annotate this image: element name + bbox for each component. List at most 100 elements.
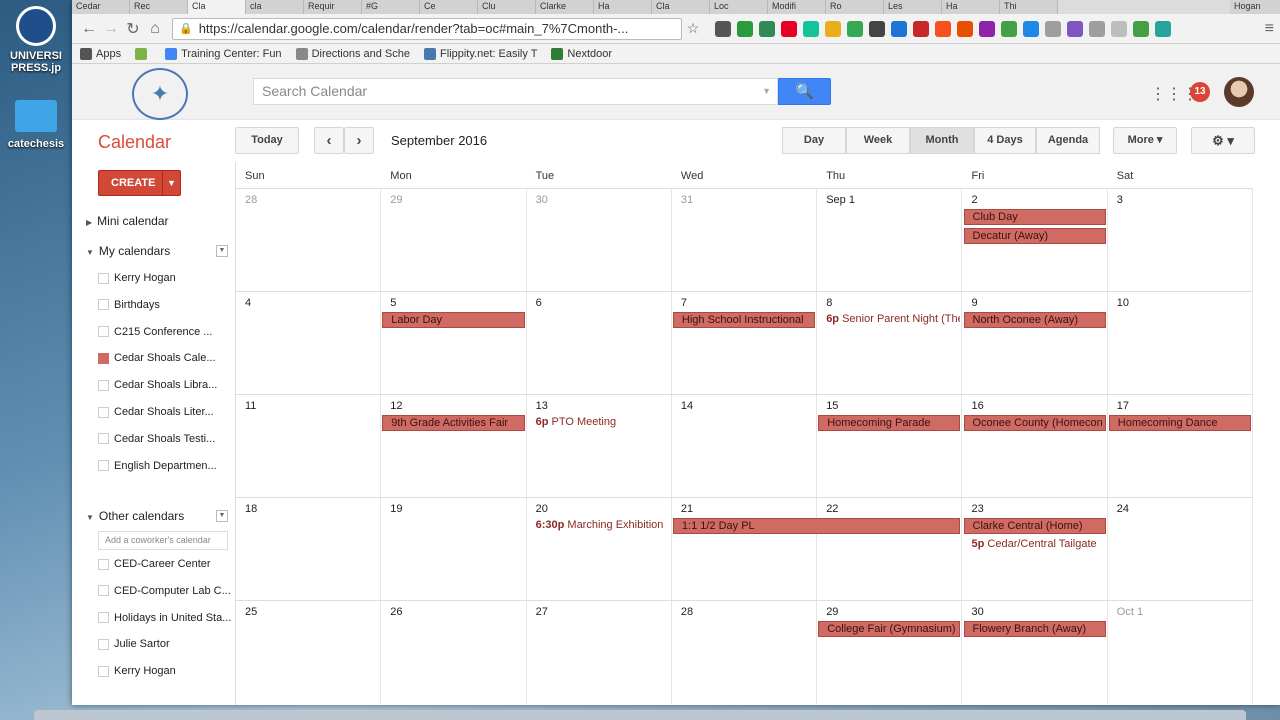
day-number[interactable]: 29 <box>390 194 402 206</box>
day-number[interactable]: 23 <box>972 503 984 515</box>
day-number[interactable]: 20 <box>536 503 548 515</box>
browser-user-label[interactable]: Hogan <box>1230 0 1280 14</box>
calendar-list-item[interactable]: English Departmen... <box>98 460 217 472</box>
calendar-list-item[interactable]: Birthdays <box>98 299 160 311</box>
bookmark-item[interactable] <box>135 47 151 60</box>
day-cell[interactable]: 15 <box>817 395 963 498</box>
day-number[interactable]: 25 <box>245 606 257 618</box>
day-cell[interactable]: 7 <box>672 292 818 395</box>
browser-tab[interactable]: cla <box>246 0 304 14</box>
day-cell[interactable]: 17 <box>1108 395 1254 498</box>
calendar-checkbox[interactable] <box>98 299 109 311</box>
event-chip[interactable]: 9th Grade Activities Fair <box>382 415 525 431</box>
day-number[interactable]: 19 <box>390 503 402 515</box>
day-cell[interactable]: 19 <box>381 498 527 601</box>
calendar-checkbox[interactable] <box>98 558 109 570</box>
day-number[interactable]: 2 <box>972 194 978 206</box>
my-calendars-toggle[interactable]: ▼ My calendars <box>86 244 170 258</box>
extension-icon[interactable] <box>715 20 731 37</box>
calendar-list-item[interactable]: Cedar Shoals Liter... <box>98 406 214 418</box>
day-number[interactable]: 15 <box>826 400 838 412</box>
browser-tab[interactable]: Ro <box>826 0 884 14</box>
other-calendars-menu-icon[interactable]: ▼ <box>216 510 228 522</box>
day-cell[interactable]: Oct 1 <box>1108 601 1254 704</box>
day-number[interactable]: 26 <box>390 606 402 618</box>
browser-tab[interactable]: Thi <box>1000 0 1058 14</box>
browser-tab[interactable]: Cla <box>652 0 710 14</box>
desktop-folder-catechesis[interactable]: catechesis <box>0 100 72 150</box>
my-calendars-menu-icon[interactable]: ▼ <box>216 245 228 257</box>
day-cell[interactable]: 29 <box>817 601 963 704</box>
calendar-checkbox[interactable] <box>98 612 109 624</box>
browser-tab[interactable]: Ha <box>942 0 1000 14</box>
day-cell[interactable]: 9 <box>963 292 1108 395</box>
day-number[interactable]: 30 <box>536 194 548 206</box>
day-number[interactable]: 18 <box>245 503 257 515</box>
day-cell[interactable]: 30 <box>963 601 1108 704</box>
event-chip[interactable]: College Fair (Gymnasium) <box>818 621 961 637</box>
timed-event[interactable]: 5p Cedar/Central Tailgate <box>972 538 1106 550</box>
event-chip[interactable]: Clarke Central (Home) <box>963 518 1106 534</box>
calendar-checkbox[interactable] <box>98 272 109 284</box>
back-arrow-icon[interactable]: ← <box>78 20 100 38</box>
browser-tab[interactable]: #G <box>362 0 420 14</box>
day-number[interactable]: 22 <box>826 503 838 515</box>
calendar-list-item[interactable]: C215 Conference ... <box>98 326 212 338</box>
extension-icon[interactable] <box>781 20 797 37</box>
extension-icon[interactable] <box>935 20 951 37</box>
bookmark-item[interactable]: Flippity.net: Easily T <box>424 47 537 60</box>
view-button-4-days[interactable]: 4 Days <box>974 127 1036 154</box>
day-cell[interactable]: Sep 1 <box>817 189 963 292</box>
today-button[interactable]: Today <box>235 127 299 154</box>
create-button[interactable]: CREATE ▼ <box>98 170 181 196</box>
day-cell[interactable]: 30 <box>527 189 672 292</box>
day-cell[interactable]: 27 <box>527 601 672 704</box>
extension-icon[interactable] <box>825 20 841 37</box>
extension-icon[interactable] <box>1155 20 1171 37</box>
view-button-day[interactable]: Day <box>782 127 846 154</box>
day-number[interactable]: 21 <box>681 503 693 515</box>
day-cell[interactable]: 16 <box>963 395 1108 498</box>
day-number[interactable]: 16 <box>972 400 984 412</box>
calendar-list-item[interactable]: CED-Computer Lab C... <box>98 585 231 597</box>
extension-icon[interactable] <box>891 20 907 37</box>
event-chip[interactable]: Labor Day <box>382 312 525 328</box>
calendar-list-item[interactable]: Kerry Hogan <box>98 272 176 284</box>
day-cell[interactable]: 4 <box>236 292 382 395</box>
search-button[interactable]: 🔍 <box>778 78 831 105</box>
calendar-list-item[interactable]: Holidays in United Sta... <box>98 612 231 624</box>
next-button[interactable]: › <box>344 127 374 154</box>
view-button-week[interactable]: Week <box>846 127 910 154</box>
extension-icon[interactable] <box>979 20 995 37</box>
browser-tab[interactable]: Ce <box>420 0 478 14</box>
day-number[interactable]: 29 <box>826 606 838 618</box>
day-cell[interactable]: 8 <box>817 292 963 395</box>
day-number[interactable]: 28 <box>245 194 257 206</box>
view-button-month[interactable]: Month <box>910 127 974 154</box>
day-cell[interactable]: 18 <box>236 498 382 601</box>
extension-icon[interactable] <box>847 20 863 37</box>
day-number[interactable]: 8 <box>826 297 832 309</box>
bookmark-item[interactable]: Nextdoor <box>551 47 612 60</box>
browser-tab[interactable]: Requir <box>304 0 362 14</box>
search-options-caret-icon[interactable]: ▼ <box>762 79 771 104</box>
day-cell[interactable]: 31 <box>672 189 818 292</box>
day-number[interactable]: 9 <box>972 297 978 309</box>
reload-icon[interactable]: ↻ <box>122 19 144 39</box>
timed-event[interactable]: 6p Senior Parent Night (Thea <box>826 313 960 325</box>
extension-icon[interactable] <box>957 20 973 37</box>
add-coworker-input[interactable]: Add a coworker's calendar <box>98 531 228 550</box>
timed-event[interactable]: 6:30p Marching Exhibition <box>536 519 670 531</box>
settings-gear-icon[interactable]: ⚙ ▾ <box>1191 127 1255 154</box>
view-button-agenda[interactable]: Agenda <box>1036 127 1100 154</box>
mini-calendar-toggle[interactable]: ▶ Mini calendar <box>86 214 169 228</box>
day-number[interactable]: 14 <box>681 400 693 412</box>
browser-tab[interactable]: Clarke <box>536 0 594 14</box>
extension-icon[interactable] <box>1045 20 1061 37</box>
day-cell[interactable]: 28 <box>236 189 382 292</box>
calendar-checkbox[interactable] <box>98 460 109 472</box>
event-chip[interactable]: North Oconee (Away) <box>963 312 1106 328</box>
district-logo[interactable]: ✦ CLARKE COUNTY SCHOOL DISTRICT <box>132 68 188 120</box>
home-icon[interactable]: ⌂ <box>144 20 166 38</box>
address-bar[interactable]: 🔒 https://calendar.google.com/calendar/r… <box>172 17 682 40</box>
